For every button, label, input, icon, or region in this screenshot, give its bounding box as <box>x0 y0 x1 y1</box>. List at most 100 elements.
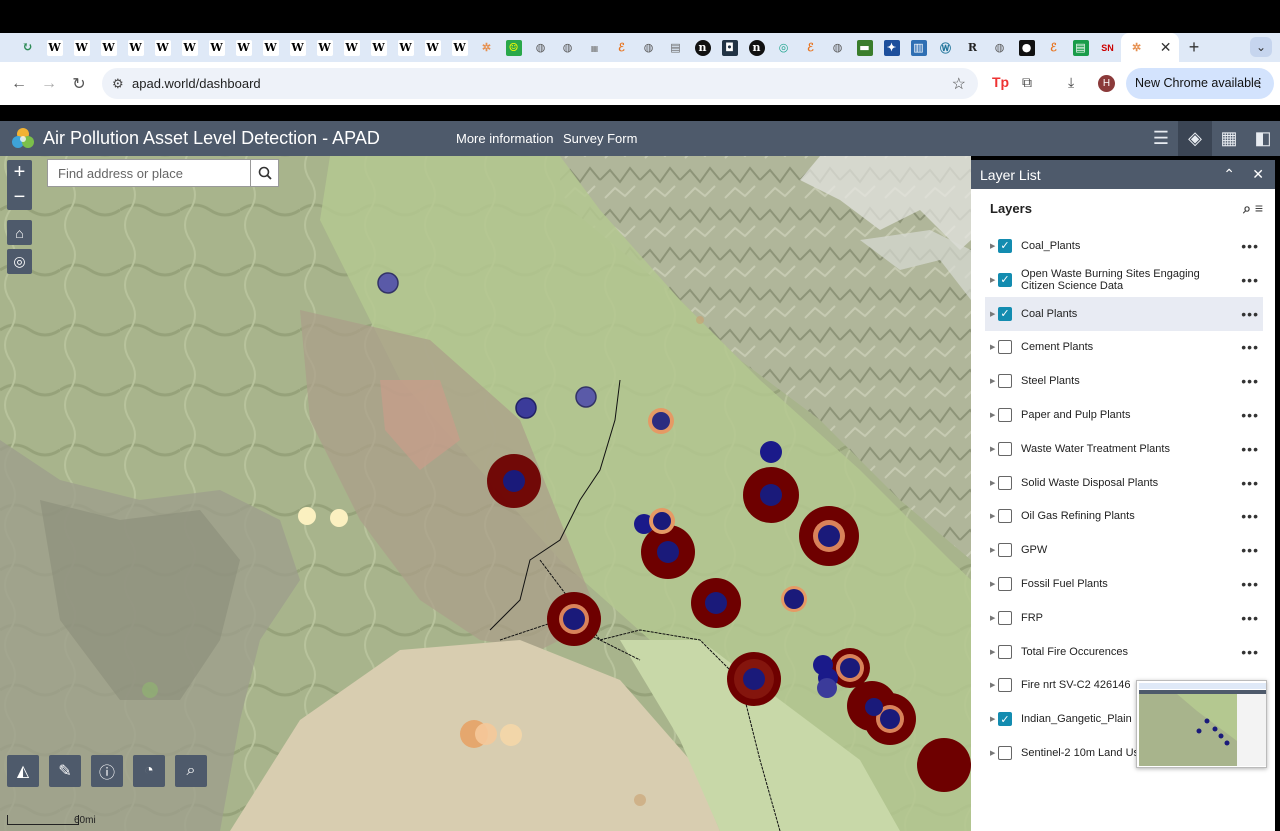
tab[interactable]: W <box>311 33 338 62</box>
layer-visibility-checkbox[interactable]: ✓ <box>998 712 1012 727</box>
legend-list-icon[interactable]: ☰ <box>1144 121 1178 156</box>
tab[interactable]: ◍ <box>824 33 851 62</box>
layer-visibility-checkbox[interactable]: ✓ <box>998 306 1012 321</box>
expand-caret-icon[interactable]: ▶ <box>990 377 998 385</box>
tab[interactable]: ▤ <box>662 33 689 62</box>
forward-icon[interactable]: → <box>34 75 64 93</box>
tab[interactable]: W <box>68 33 95 62</box>
tab[interactable]: ◍ <box>554 33 581 62</box>
layer-item[interactable]: ▶ Total Fire Occurences ••• <box>985 635 1263 669</box>
collapse-icon[interactable]: ⌃ <box>1223 166 1235 183</box>
locate-icon[interactable]: ◎ <box>7 249 32 274</box>
layer-item[interactable]: ▶ Oil Gas Refining Plants ••• <box>985 500 1263 534</box>
layer-options-icon[interactable]: ••• <box>1241 373 1259 389</box>
tab[interactable]: n <box>689 33 716 62</box>
layer-visibility-checkbox[interactable]: ✓ <box>998 272 1012 287</box>
layer-options-icon[interactable]: ••• <box>1241 475 1259 491</box>
layer-options-icon[interactable]: ••• <box>1241 272 1259 288</box>
expand-caret-icon[interactable]: ▶ <box>990 411 998 419</box>
address-bar[interactable]: ⚙ apad.world/dashboard ☆ <box>102 68 978 99</box>
tab[interactable]: W <box>365 33 392 62</box>
tab[interactable]: n <box>743 33 770 62</box>
tab[interactable]: ▦ <box>581 33 608 62</box>
layer-options-icon[interactable]: ••• <box>1241 610 1259 626</box>
tab[interactable]: R <box>959 33 986 62</box>
layer-visibility-checkbox[interactable] <box>998 577 1012 592</box>
tab[interactable]: W <box>446 33 473 62</box>
tab[interactable]: ☺ <box>500 33 527 62</box>
tab[interactable]: W <box>338 33 365 62</box>
tab[interactable]: W <box>149 33 176 62</box>
elevation-profile-icon[interactable]: ◭ <box>7 755 39 787</box>
layer-search-icon[interactable]: ⌕ <box>1243 200 1251 216</box>
tab[interactable]: ◘ <box>716 33 743 62</box>
tab[interactable]: ✦ <box>878 33 905 62</box>
expand-caret-icon[interactable]: ▶ <box>990 681 998 689</box>
expand-caret-icon[interactable]: ▶ <box>990 445 998 453</box>
layer-item[interactable]: ▶ ✓ Coal Plants ••• <box>985 296 1263 331</box>
expand-caret-icon[interactable]: ▶ <box>990 512 998 520</box>
download-icon[interactable]: ⤓ <box>1068 74 1074 91</box>
tab[interactable]: ▬ <box>851 33 878 62</box>
layer-item[interactable]: ▶ ✓ Open Waste Burning Sites Engaging Citi… <box>985 263 1263 297</box>
back-icon[interactable]: ← <box>4 75 34 93</box>
zoom-out-icon[interactable]: − <box>7 185 32 210</box>
survey-form-link[interactable]: Survey Form <box>563 131 637 146</box>
chrome-update-button[interactable]: New Chrome available ⋮ <box>1126 68 1274 99</box>
layer-visibility-checkbox[interactable] <box>998 441 1012 456</box>
tab[interactable]: ● <box>1013 33 1040 62</box>
home-icon[interactable]: ⌂ <box>7 220 32 245</box>
tab[interactable]: ▥ <box>905 33 932 62</box>
layer-visibility-checkbox[interactable]: ✓ <box>998 238 1012 253</box>
expand-caret-icon[interactable]: ▶ <box>990 546 998 554</box>
layer-item[interactable]: ▶ ✓ Coal_Plants ••• <box>985 229 1263 263</box>
layer-options-icon[interactable]: ••• <box>1241 407 1259 423</box>
tab[interactable]: W <box>257 33 284 62</box>
layer-visibility-checkbox[interactable] <box>998 610 1012 625</box>
layer-item[interactable]: ▶ Fossil Fuel Plants ••• <box>985 567 1263 601</box>
layer-item[interactable]: ▶ Steel Plants ••• <box>985 364 1263 398</box>
close-tab-icon[interactable]: ✕ <box>1160 39 1172 56</box>
layer-options-icon[interactable]: ••• <box>1241 508 1259 524</box>
new-tab-button[interactable]: + <box>1179 37 1209 58</box>
more-information-link[interactable]: More information <box>456 131 554 146</box>
layer-visibility-checkbox[interactable] <box>998 678 1012 693</box>
layer-options-icon[interactable]: ••• <box>1241 306 1259 322</box>
draw-tool-icon[interactable]: ✎ <box>49 755 81 787</box>
info-icon[interactable]: ⓘ <box>91 755 123 787</box>
expand-caret-icon[interactable]: ▶ <box>990 715 998 723</box>
tab[interactable]: ◍ <box>527 33 554 62</box>
tab[interactable]: ℰ <box>608 33 635 62</box>
tab[interactable]: ◍ <box>635 33 662 62</box>
expand-caret-icon[interactable]: ▶ <box>990 343 998 351</box>
layer-visibility-checkbox[interactable] <box>998 644 1012 659</box>
attribute-table-icon[interactable]: ◧ <box>1246 121 1280 156</box>
tab-search-button[interactable]: ⌄ <box>1250 37 1272 57</box>
tab[interactable]: Ⓦ <box>932 33 959 62</box>
layer-options-icon[interactable]: ••• <box>1241 644 1259 660</box>
basemap-gallery-icon[interactable]: ▦ <box>1212 121 1246 156</box>
extensions-puzzle-icon[interactable]: ⧉ <box>1022 74 1032 91</box>
tab[interactable]: W <box>176 33 203 62</box>
layer-visibility-checkbox[interactable] <box>998 374 1012 389</box>
layer-visibility-checkbox[interactable] <box>998 543 1012 558</box>
tab[interactable]: SN <box>1094 33 1121 62</box>
layer-options-icon[interactable]: ••• <box>1241 441 1259 457</box>
layer-item[interactable]: ▶ FRP ••• <box>985 601 1263 635</box>
tab[interactable]: ◎ <box>770 33 797 62</box>
tab[interactable]: W <box>392 33 419 62</box>
expand-caret-icon[interactable]: ▶ <box>990 242 998 250</box>
tab[interactable]: W <box>284 33 311 62</box>
search-input[interactable]: Find address or place <box>47 159 251 187</box>
tab[interactable]: W <box>230 33 257 62</box>
tab[interactable]: W <box>419 33 446 62</box>
layer-item[interactable]: ▶ GPW ••• <box>985 533 1263 567</box>
expand-caret-icon[interactable]: ▶ <box>990 648 998 656</box>
tab[interactable]: ▤ <box>1067 33 1094 62</box>
layer-visibility-checkbox[interactable] <box>998 408 1012 423</box>
layer-visibility-checkbox[interactable] <box>998 746 1012 761</box>
close-icon[interactable]: ✕ <box>1252 166 1264 183</box>
query-icon[interactable]: ⌕ <box>175 755 207 787</box>
layer-item[interactable]: ▶ Cement Plants ••• <box>985 331 1263 365</box>
reload-icon[interactable]: ↻ <box>64 74 94 94</box>
